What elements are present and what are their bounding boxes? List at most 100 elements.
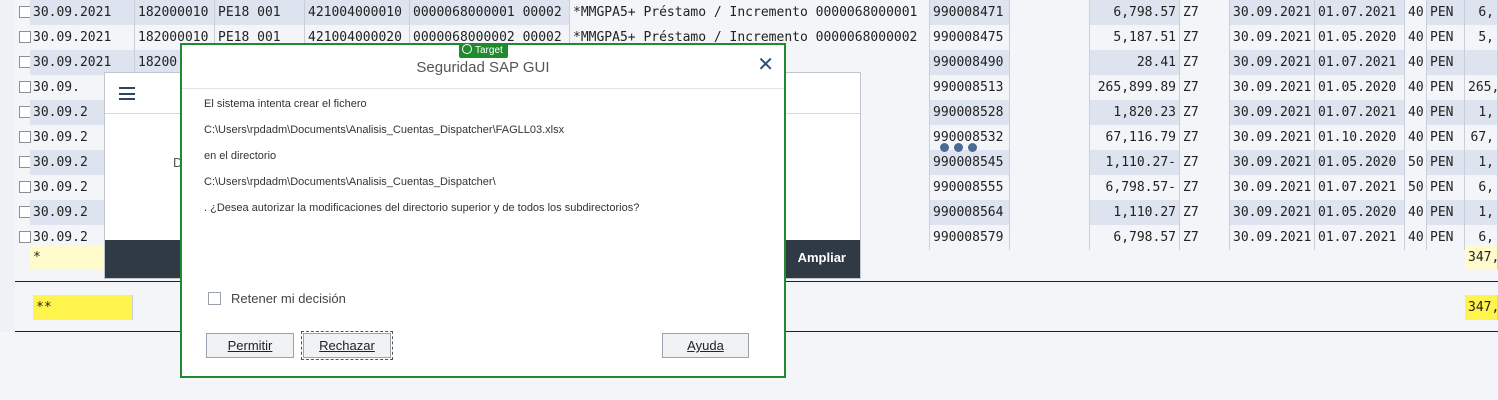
file-path: C:\Users\rpdadm\Documents\Analisis_Cuent… — [204, 124, 565, 136]
table-cell: 6,798.57 — [1090, 0, 1180, 25]
retain-decision-checkbox[interactable] — [208, 292, 221, 305]
table-cell: 1, — [1465, 200, 1498, 225]
table-cell — [1010, 75, 1090, 100]
table-cell: 01.05.2020 — [1315, 25, 1405, 50]
table-cell: 30.09.2021 — [1230, 50, 1315, 75]
table-cell: 990008475 — [930, 25, 1010, 50]
title-divider — [182, 88, 784, 89]
target-badge-label: Target — [475, 45, 503, 56]
table-cell: 01.05.2020 — [1315, 150, 1405, 175]
ampliar-button[interactable]: Ampliar — [798, 250, 846, 265]
table-cell — [1010, 200, 1090, 225]
table-cell: 182000010 — [135, 0, 215, 25]
table-cell: 01.05.2020 — [1315, 75, 1405, 100]
table-cell — [1465, 50, 1498, 75]
table-cell — [1010, 100, 1090, 125]
table-cell: 990008471 — [930, 0, 1010, 25]
subtotal-value: 347, — [1465, 245, 1498, 270]
table-cell: PEN — [1427, 200, 1465, 225]
table-cell: 0000068000001 00002 — [410, 0, 570, 25]
loading-indicator-icon — [940, 137, 982, 156]
table-cell: 6, — [1465, 0, 1498, 25]
table-cell: PEN — [1427, 50, 1465, 75]
table-cell: 30.09.2021 — [1230, 175, 1315, 200]
table-cell: 990008555 — [930, 175, 1010, 200]
directory-path: C:\Users\rpdadm\Documents\Analisis_Cuent… — [204, 176, 496, 188]
authorization-question: . ¿Desea autorizar la modificaciones del… — [204, 202, 640, 214]
table-cell: 1,110.27 — [1090, 200, 1180, 225]
table-cell: PEN — [1427, 125, 1465, 150]
table-cell: 01.05.2020 — [1315, 200, 1405, 225]
table-cell: 1, — [1465, 100, 1498, 125]
table-cell: 265, — [1465, 75, 1498, 100]
total-value: 347, — [1465, 295, 1498, 320]
table-cell: 265,899.89 — [1090, 75, 1180, 100]
table-cell — [1010, 50, 1090, 75]
table-cell: 01.10.2020 — [1315, 125, 1405, 150]
table-cell: Z7 — [1180, 0, 1230, 25]
table-cell: 50 — [1405, 150, 1427, 175]
message-line-2: en el directorio — [204, 150, 277, 162]
table-cell: PEN — [1427, 100, 1465, 125]
message-line-1: El sistema intenta crear el fichero — [204, 98, 367, 110]
table-cell: Z7 — [1180, 125, 1230, 150]
table-cell: 5, — [1465, 25, 1498, 50]
reject-button[interactable]: Rechazar — [301, 331, 393, 360]
table-cell: 990008564 — [930, 200, 1010, 225]
table-cell: *MMGPA5+ Préstamo / Incremento 000006800… — [570, 0, 930, 25]
table-cell: PEN — [1427, 25, 1465, 50]
close-icon[interactable]: ✕ — [757, 55, 774, 75]
table-cell: 01.07.2021 — [1315, 0, 1405, 25]
table-cell: PEN — [1427, 0, 1465, 25]
table-cell: 40 — [1405, 50, 1427, 75]
table-cell — [1010, 125, 1090, 150]
table-cell — [1010, 25, 1090, 50]
table-cell: 1, — [1465, 150, 1498, 175]
table-cell: 421004000010 — [305, 0, 410, 25]
table-row: 30.09.2021 182000010 PE18 001 421004000010 0… — [15, 0, 1498, 25]
table-cell: 990008490 — [930, 50, 1010, 75]
table-cell — [1010, 150, 1090, 175]
table-cell: 40 — [1405, 75, 1427, 100]
table-cell: PEN — [1427, 75, 1465, 100]
hamburger-menu-icon[interactable] — [119, 87, 135, 100]
table-cell: 5,187.51 — [1090, 25, 1180, 50]
table-cell — [1010, 175, 1090, 200]
dialog-title: Seguridad SAP GUI — [416, 59, 550, 76]
table-cell: 40 — [1405, 125, 1427, 150]
row-selector-strip — [0, 0, 15, 332]
table-cell: 40 — [1405, 25, 1427, 50]
table-cell: 30.09.2021 — [1230, 125, 1315, 150]
help-button[interactable]: Ayuda — [662, 333, 749, 358]
table-cell: 67,116.79 — [1090, 125, 1180, 150]
table-cell: 67, — [1465, 125, 1498, 150]
table-cell: PE18 001 — [215, 0, 305, 25]
table-cell: 30.09.2021 — [1230, 0, 1315, 25]
table-cell: 30.09.2021 — [1230, 75, 1315, 100]
table-cell: 30.09.2021 — [1230, 100, 1315, 125]
table-cell: 990008528 — [930, 100, 1010, 125]
table-cell: 990008513 — [930, 75, 1010, 100]
table-cell: 30.09.2021 — [1230, 150, 1315, 175]
table-cell: 28.41 — [1090, 50, 1180, 75]
table-cell — [1010, 0, 1090, 25]
sap-security-dialog: Target Seguridad SAP GUI ✕ El sistema in… — [180, 43, 786, 378]
target-badge: Target — [459, 43, 508, 58]
table-cell: Z7 — [1180, 25, 1230, 50]
table-cell: 6,798.57- — [1090, 175, 1180, 200]
total-marker: ** — [33, 295, 133, 320]
table-cell: 30.09.2021 — [1230, 200, 1315, 225]
table-cell: PEN — [1427, 175, 1465, 200]
table-cell: 30.09.2021 — [1230, 25, 1315, 50]
table-cell: Z7 — [1180, 100, 1230, 125]
table-cell: Z7 — [1180, 150, 1230, 175]
table-cell: PEN — [1427, 150, 1465, 175]
table-cell: Z7 — [1180, 75, 1230, 100]
allow-button[interactable]: Permitir — [206, 333, 294, 358]
table-cell: 50 — [1405, 175, 1427, 200]
table-cell: 40 — [1405, 0, 1427, 25]
table-cell: Z7 — [1180, 200, 1230, 225]
table-cell: 1,820.23 — [1090, 100, 1180, 125]
table-cell: 40 — [1405, 100, 1427, 125]
retain-decision-label[interactable]: Retener mi decisión — [231, 291, 346, 306]
